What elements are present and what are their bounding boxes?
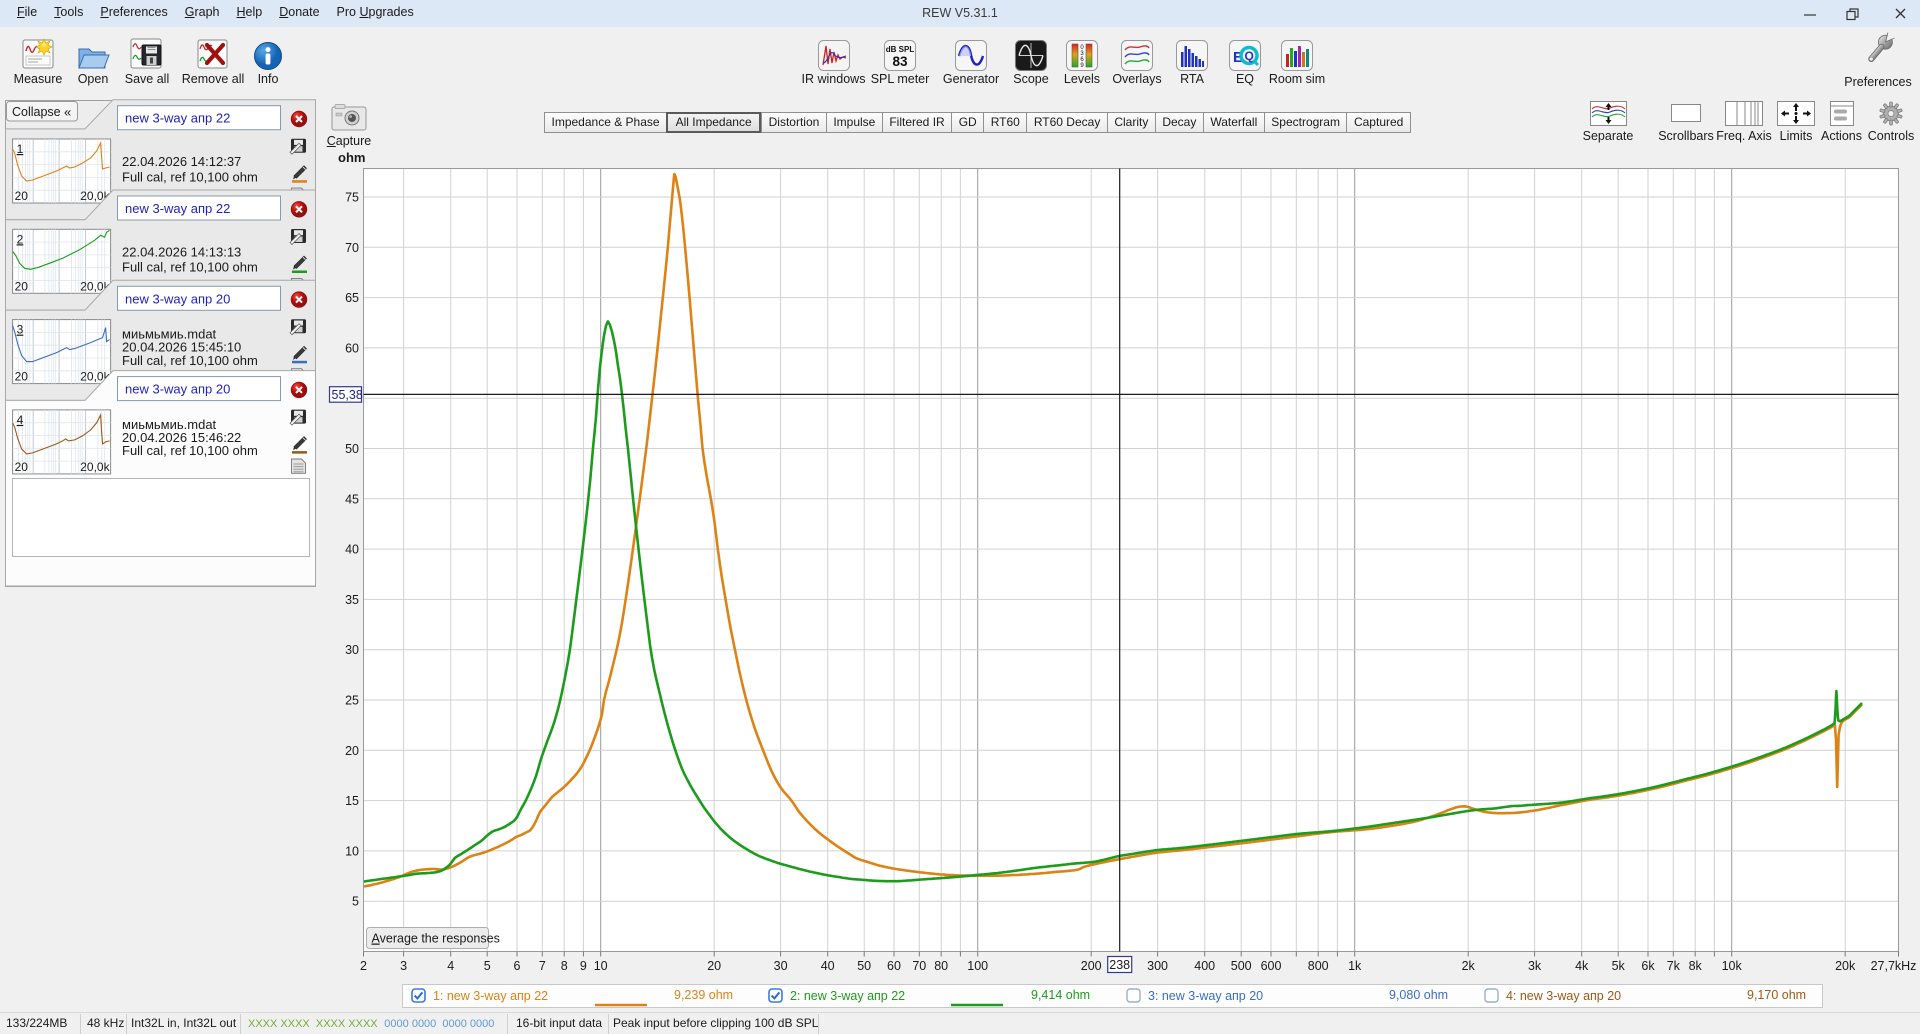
svg-text:45: 45 bbox=[345, 492, 359, 506]
svg-text:10: 10 bbox=[594, 959, 608, 973]
svg-text:65: 65 bbox=[345, 291, 359, 305]
svg-text:55,38: 55,38 bbox=[332, 388, 363, 402]
svg-text:25: 25 bbox=[345, 694, 359, 708]
svg-text:35: 35 bbox=[345, 593, 359, 607]
svg-text:60: 60 bbox=[345, 341, 359, 355]
svg-text:ohm: ohm bbox=[338, 150, 365, 165]
svg-text:1k: 1k bbox=[1348, 959, 1362, 973]
svg-text:30: 30 bbox=[774, 959, 788, 973]
svg-text:5k: 5k bbox=[1612, 959, 1626, 973]
svg-text:9: 9 bbox=[580, 959, 587, 973]
svg-text:2: 2 bbox=[360, 959, 367, 973]
svg-text:20: 20 bbox=[345, 744, 359, 758]
svg-text:40: 40 bbox=[345, 543, 359, 557]
svg-text:8: 8 bbox=[561, 959, 568, 973]
svg-text:5: 5 bbox=[352, 895, 359, 909]
svg-text:20k: 20k bbox=[1835, 959, 1856, 973]
svg-text:20: 20 bbox=[707, 959, 721, 973]
svg-text:6: 6 bbox=[514, 959, 521, 973]
svg-text:50: 50 bbox=[345, 442, 359, 456]
svg-text:600: 600 bbox=[1261, 959, 1282, 973]
svg-text:500: 500 bbox=[1231, 959, 1252, 973]
svg-text:4k: 4k bbox=[1575, 959, 1589, 973]
svg-text:300: 300 bbox=[1147, 959, 1168, 973]
svg-text:238: 238 bbox=[1109, 958, 1130, 972]
svg-text:200: 200 bbox=[1081, 959, 1102, 973]
svg-text:50: 50 bbox=[857, 959, 871, 973]
svg-text:10: 10 bbox=[345, 844, 359, 858]
svg-text:75: 75 bbox=[345, 191, 359, 205]
svg-text:7k: 7k bbox=[1667, 959, 1681, 973]
svg-text:800: 800 bbox=[1308, 959, 1329, 973]
svg-text:4: 4 bbox=[447, 959, 454, 973]
svg-text:7: 7 bbox=[539, 959, 546, 973]
svg-text:3k: 3k bbox=[1528, 959, 1542, 973]
svg-text:40: 40 bbox=[821, 959, 835, 973]
svg-text:6k: 6k bbox=[1641, 959, 1655, 973]
svg-text:30: 30 bbox=[345, 643, 359, 657]
svg-text:400: 400 bbox=[1194, 959, 1215, 973]
svg-text:5: 5 bbox=[484, 959, 491, 973]
svg-text:60: 60 bbox=[887, 959, 901, 973]
svg-text:70: 70 bbox=[345, 241, 359, 255]
svg-text:10k: 10k bbox=[1722, 959, 1743, 973]
svg-text:100: 100 bbox=[967, 959, 988, 973]
svg-text:70: 70 bbox=[912, 959, 926, 973]
svg-text:3: 3 bbox=[400, 959, 407, 973]
svg-text:Average the responses: Average the responses bbox=[372, 932, 500, 946]
svg-text:27,7kHz: 27,7kHz bbox=[1871, 959, 1917, 973]
svg-text:2k: 2k bbox=[1462, 959, 1476, 973]
svg-text:8k: 8k bbox=[1689, 959, 1703, 973]
svg-text:80: 80 bbox=[934, 959, 948, 973]
svg-text:15: 15 bbox=[345, 794, 359, 808]
